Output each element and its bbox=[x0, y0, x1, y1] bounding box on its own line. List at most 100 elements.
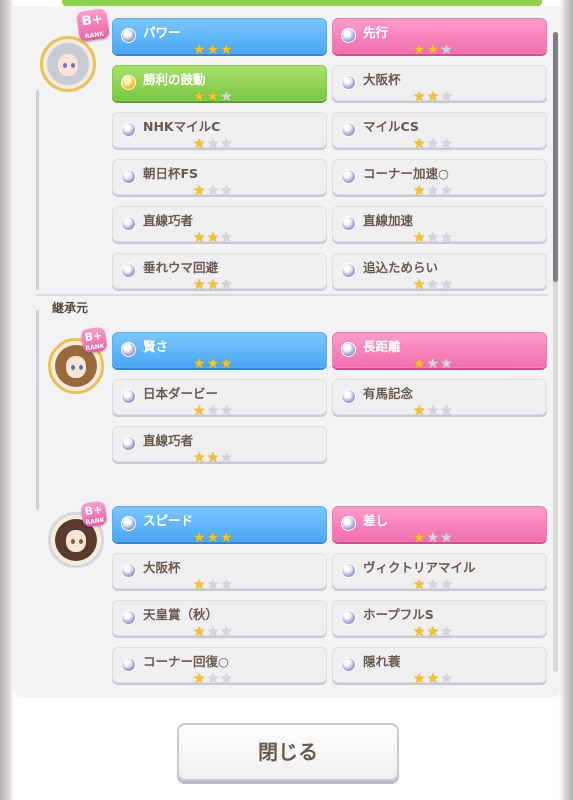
skill-name: 直線巧者 bbox=[143, 433, 194, 448]
skill-chip[interactable]: 賢さ ★★★ bbox=[112, 332, 327, 371]
factor-dot-icon bbox=[341, 342, 356, 357]
factor-dot-icon bbox=[121, 610, 136, 625]
star-empty-icon: ★ bbox=[206, 403, 220, 419]
skill-chip[interactable]: 直線巧者 ★★★ bbox=[112, 206, 327, 246]
skill-name: 隠れ蓑 bbox=[363, 654, 401, 669]
factor-dot-icon bbox=[121, 75, 136, 90]
star-filled-icon: ★ bbox=[413, 403, 426, 419]
star-empty-icon: ★ bbox=[440, 42, 453, 58]
star-filled-icon: ★ bbox=[413, 183, 426, 199]
factor-dot-icon bbox=[341, 563, 356, 578]
skill-chip[interactable]: NHKマイルC ★★★ bbox=[112, 112, 327, 152]
skill-chip[interactable]: マイルCS ★★★ bbox=[332, 112, 547, 151]
star-rating: ★★★ bbox=[193, 574, 234, 592]
star-empty-icon: ★ bbox=[440, 230, 453, 246]
skill-name: 差し bbox=[363, 513, 389, 528]
star-empty-icon: ★ bbox=[426, 403, 440, 419]
skill-chip[interactable]: 隠れ蓑 ★★★ bbox=[332, 647, 547, 686]
factor-dot-icon bbox=[341, 216, 356, 231]
star-filled-icon: ★ bbox=[193, 577, 206, 593]
scrollbar[interactable] bbox=[553, 32, 558, 672]
skill-chip[interactable]: 直線巧者 ★★★ bbox=[112, 426, 327, 465]
star-empty-icon: ★ bbox=[220, 89, 233, 105]
star-empty-icon: ★ bbox=[440, 403, 453, 419]
star-filled-icon: ★ bbox=[426, 624, 440, 640]
skill-chip[interactable]: ホープフルS ★★★ bbox=[332, 600, 547, 639]
star-empty-icon: ★ bbox=[440, 577, 453, 593]
star-empty-icon: ★ bbox=[426, 356, 440, 372]
star-rating: ★★★ bbox=[193, 447, 234, 465]
skill-chip[interactable]: 差し ★★★ bbox=[332, 506, 547, 546]
skill-chip[interactable]: 長距離 ★★★ bbox=[332, 332, 547, 372]
star-filled-icon: ★ bbox=[206, 230, 220, 246]
star-empty-icon: ★ bbox=[426, 530, 440, 546]
star-empty-icon: ★ bbox=[206, 671, 220, 687]
section-divider bbox=[36, 294, 548, 296]
star-rating: ★★★ bbox=[413, 274, 454, 292]
star-filled-icon: ★ bbox=[413, 42, 426, 58]
star-filled-icon: ★ bbox=[413, 356, 426, 372]
skill-chip[interactable]: 垂れウマ回避 ★★★ bbox=[112, 253, 327, 292]
star-rating: ★★★ bbox=[193, 39, 234, 57]
skill-chip[interactable]: 追込ためらい ★★★ bbox=[332, 253, 547, 292]
factor-dot-icon bbox=[341, 169, 356, 184]
star-rating: ★★★ bbox=[193, 527, 234, 545]
skill-chip[interactable]: コーナー回復○ ★★★ bbox=[112, 647, 327, 687]
factor-dot-icon bbox=[121, 263, 136, 278]
skill-chip[interactable]: 勝利の鼓動 ★★★ bbox=[112, 65, 327, 105]
star-empty-icon: ★ bbox=[440, 183, 453, 199]
star-empty-icon: ★ bbox=[220, 450, 233, 466]
avatar-face bbox=[66, 530, 86, 552]
star-filled-icon: ★ bbox=[426, 89, 440, 105]
star-rating: ★★★ bbox=[413, 227, 454, 245]
star-empty-icon: ★ bbox=[220, 183, 233, 199]
star-empty-icon: ★ bbox=[426, 577, 440, 593]
close-button[interactable]: 閉じる bbox=[177, 723, 399, 781]
star-filled-icon: ★ bbox=[413, 89, 426, 105]
star-empty-icon: ★ bbox=[220, 671, 233, 687]
star-empty-icon: ★ bbox=[220, 624, 233, 640]
star-empty-icon: ★ bbox=[206, 183, 220, 199]
skill-name: マイルCS bbox=[363, 119, 419, 134]
star-filled-icon: ★ bbox=[220, 530, 233, 546]
star-empty-icon: ★ bbox=[440, 356, 453, 372]
star-rating: ★★★ bbox=[193, 400, 234, 418]
skill-chip[interactable]: 日本ダービー ★★★ bbox=[112, 379, 327, 418]
rank-badge: B+ RANK bbox=[80, 326, 108, 354]
star-empty-icon: ★ bbox=[440, 89, 453, 105]
rank-badge: B+ RANK bbox=[76, 8, 110, 42]
scrollbar-thumb[interactable] bbox=[553, 32, 558, 282]
star-filled-icon: ★ bbox=[413, 577, 426, 593]
skill-chip[interactable]: 有馬記念 ★★★ bbox=[332, 379, 547, 418]
rank-value: B+ bbox=[83, 328, 104, 345]
star-rating: ★★★ bbox=[413, 133, 454, 151]
skill-chip[interactable]: コーナー加速○ ★★★ bbox=[332, 159, 547, 199]
factor-dot-icon bbox=[121, 657, 136, 672]
star-rating: ★★★ bbox=[413, 621, 454, 639]
star-rating: ★★★ bbox=[413, 574, 454, 592]
skill-chip[interactable]: 直線加速 ★★★ bbox=[332, 206, 547, 245]
skill-chip[interactable]: 大阪杯 ★★★ bbox=[112, 553, 327, 592]
factor-dot-icon bbox=[121, 28, 136, 43]
star-empty-icon: ★ bbox=[426, 277, 440, 293]
star-rating: ★★★ bbox=[193, 274, 234, 292]
skill-chip[interactable]: ヴィクトリアマイル ★★★ bbox=[332, 553, 547, 592]
skill-name: スピード bbox=[143, 513, 194, 528]
avatar-eye bbox=[71, 365, 75, 370]
skill-chip[interactable]: スピード ★★★ bbox=[112, 506, 327, 545]
skill-chip[interactable]: 大阪杯 ★★★ bbox=[332, 65, 547, 105]
factor-dot-icon bbox=[341, 389, 356, 404]
skill-chip[interactable]: パワー ★★★ bbox=[112, 18, 327, 57]
star-rating: ★★★ bbox=[193, 353, 234, 371]
star-filled-icon: ★ bbox=[413, 624, 426, 640]
skill-chip[interactable]: 朝日杯FS ★★★ bbox=[112, 159, 327, 199]
star-rating: ★★★ bbox=[413, 400, 454, 418]
star-filled-icon: ★ bbox=[193, 356, 206, 372]
skill-name: 大阪杯 bbox=[363, 72, 401, 87]
skill-chip[interactable]: 先行 ★★★ bbox=[332, 18, 547, 58]
skill-chip[interactable]: 天皇賞（秋） ★★★ bbox=[112, 600, 327, 640]
star-empty-icon: ★ bbox=[206, 136, 220, 152]
star-empty-icon: ★ bbox=[220, 136, 233, 152]
parent-avatar[interactable] bbox=[40, 36, 96, 92]
factor-dot-icon bbox=[121, 342, 136, 357]
